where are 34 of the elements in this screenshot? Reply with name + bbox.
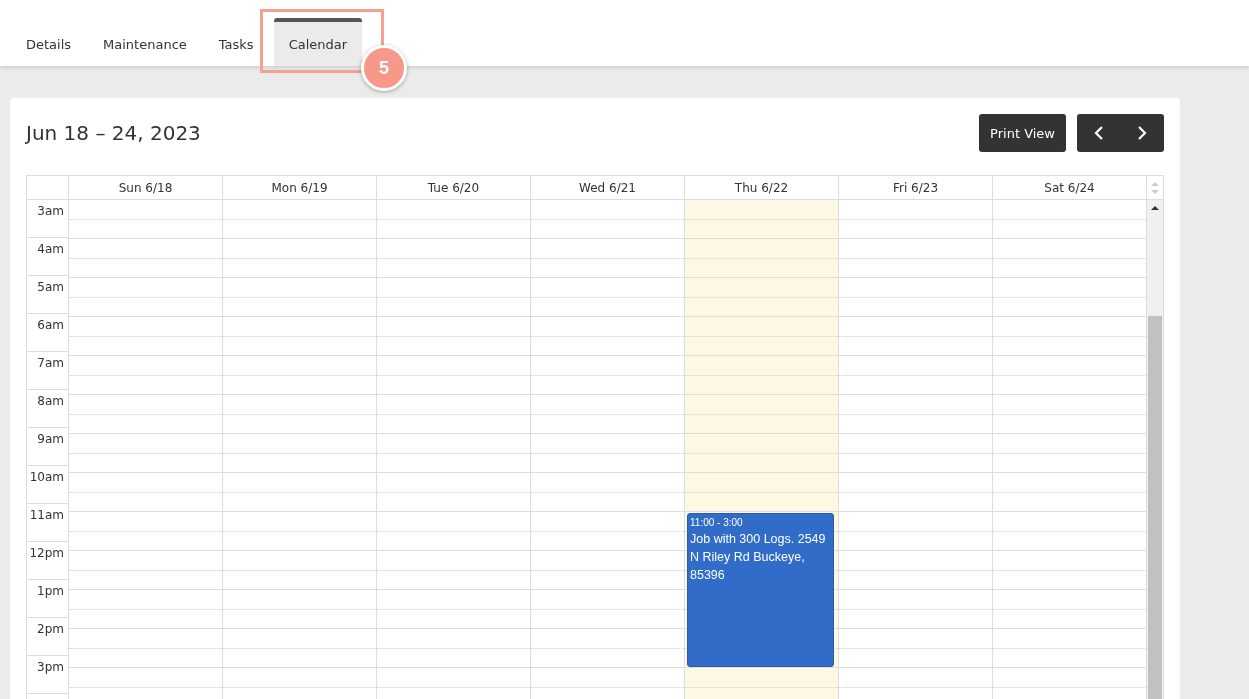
step-badge: 5	[361, 45, 408, 91]
hour-label: 12pm	[29, 546, 64, 560]
day-header: Fri 6/23	[839, 176, 993, 199]
chevron-right-icon	[1137, 126, 1148, 140]
event-time: 11:00 - 3:00	[690, 516, 744, 530]
event-title: Job with 300 Logs. 2549 N Riley Rd Buckeye, 85396	[690, 531, 827, 584]
hour-label: 11am	[29, 508, 64, 522]
hour-label: 2pm	[37, 622, 64, 636]
day-header: Mon 6/19	[223, 176, 377, 199]
calendar-event[interactable]: 11:00 - 3:00 Job with 300 Logs. 2549 N Riley Rd Buckeye, 85396	[687, 513, 834, 667]
day-header: Wed 6/21	[531, 176, 685, 199]
print-view-button[interactable]: Print View	[979, 114, 1066, 152]
day-header: Sat 6/24	[993, 176, 1147, 199]
calendar-title: Jun 18 – 24, 2023	[26, 121, 201, 145]
hour-label: 6am	[37, 318, 64, 332]
scrollbar[interactable]	[1147, 200, 1163, 699]
hour-label: 10am	[29, 470, 64, 484]
day-header: Thu 6/22	[685, 176, 839, 199]
day-header: Tue 6/20	[377, 176, 531, 199]
hour-label: 5am	[37, 280, 64, 294]
tab[interactable]: Tasks	[202, 18, 270, 66]
day-header: Sun 6/18	[69, 176, 223, 199]
tab[interactable]: Calendar	[273, 18, 363, 66]
hour-label: 7am	[37, 356, 64, 370]
scroll-up-icon[interactable]	[1150, 204, 1160, 212]
hour-label: 4am	[37, 242, 64, 256]
hour-label: 9am	[37, 432, 64, 446]
hour-label: 3pm	[37, 660, 64, 674]
tab[interactable]: Maintenance	[87, 18, 203, 66]
chevron-left-icon	[1093, 126, 1104, 140]
hour-label: 8am	[37, 394, 64, 408]
hour-label: 3am	[37, 204, 64, 218]
tab[interactable]: Details	[10, 18, 88, 66]
hour-label: 1pm	[37, 584, 64, 598]
